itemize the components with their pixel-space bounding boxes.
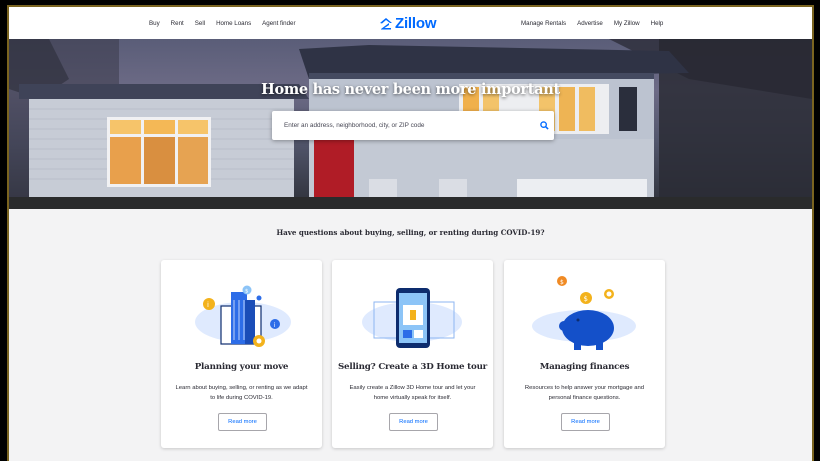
nav-rent[interactable]: Rent xyxy=(171,20,184,27)
top-nav: Buy Rent Sell Home Loans Agent finder Zi… xyxy=(9,7,812,39)
nav-agent-finder[interactable]: Agent finder xyxy=(262,20,295,27)
search-icon[interactable] xyxy=(534,121,554,130)
nav-left: Buy Rent Sell Home Loans Agent finder xyxy=(149,20,307,27)
page-frame: Buy Rent Sell Home Loans Agent finder Zi… xyxy=(7,5,814,461)
card-description: Learn about buying, selling, or renting … xyxy=(175,385,308,401)
card-managing-finances: $ $ Managing finances Resources to help … xyxy=(504,260,665,448)
zillow-logo[interactable]: Zillow xyxy=(379,15,436,32)
nav-home-loans[interactable]: Home Loans xyxy=(216,20,251,27)
nav-my-zillow[interactable]: My Zillow xyxy=(614,20,640,27)
logo-text: Zillow xyxy=(395,15,437,32)
svg-text:$: $ xyxy=(584,295,588,303)
card-title: Planning your move xyxy=(194,362,289,372)
read-more-button[interactable]: Read more xyxy=(389,413,438,431)
nav-manage-rentals[interactable]: Manage Rentals xyxy=(521,20,566,27)
nav-help[interactable]: Help xyxy=(651,20,664,27)
building-plan-icon: i $ i xyxy=(195,285,291,347)
hero-title: Home has never been more important xyxy=(261,81,560,98)
card-title: Managing finances xyxy=(539,362,630,372)
nav-sell[interactable]: Sell xyxy=(195,20,205,27)
svg-text:$: $ xyxy=(560,279,564,286)
nav-right: Manage Rentals Advertise My Zillow Help xyxy=(521,20,674,27)
card-title: Selling? Create a 3D Home tour xyxy=(337,362,488,372)
read-more-button[interactable]: Read more xyxy=(561,413,610,431)
covid-section: Have questions about buying, selling, or… xyxy=(9,209,812,461)
read-more-button[interactable]: Read more xyxy=(218,413,267,431)
phone-3d-tour-icon xyxy=(362,288,462,348)
card-description: Resources to help answer your mortgage a… xyxy=(524,385,645,401)
svg-text:$: $ xyxy=(245,289,249,295)
search-box xyxy=(272,111,554,140)
nav-buy[interactable]: Buy xyxy=(149,20,160,27)
section-question: Have questions about buying, selling, or… xyxy=(276,228,545,237)
card-description: Easily create a Zillow 3D Home tour and … xyxy=(349,385,476,401)
hero-banner: Home has never been more important xyxy=(9,39,812,209)
zillow-logo-icon xyxy=(380,18,392,30)
nav-advertise[interactable]: Advertise xyxy=(577,20,603,27)
svg-text:i: i xyxy=(207,301,209,309)
card-3d-home-tour: Selling? Create a 3D Home tour Easily cr… xyxy=(332,260,493,448)
search-input[interactable] xyxy=(272,111,534,140)
piggy-bank-icon: $ $ xyxy=(532,276,636,350)
card-planning-move: i $ i Planning your move Learn about buy… xyxy=(161,260,322,448)
